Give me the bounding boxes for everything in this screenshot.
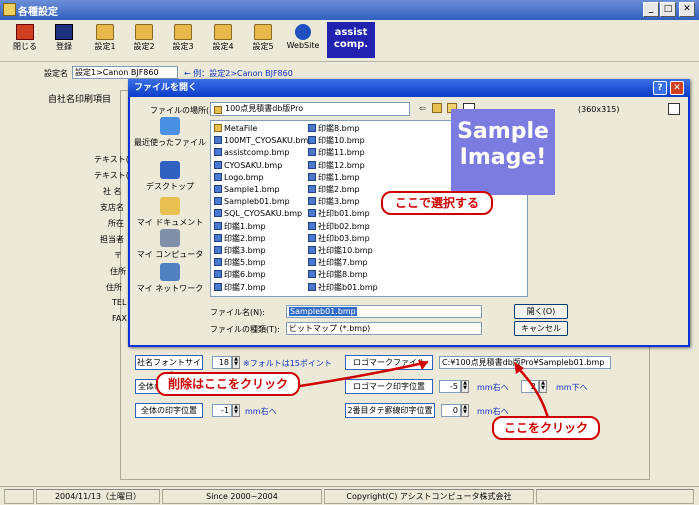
callout-select: ここで選択する [381, 191, 493, 215]
callout-click: ここをクリック [492, 416, 600, 440]
arrow-delete [299, 360, 429, 388]
arrow-click [515, 365, 550, 419]
callout-delete: 削除はここをクリック [156, 372, 300, 396]
